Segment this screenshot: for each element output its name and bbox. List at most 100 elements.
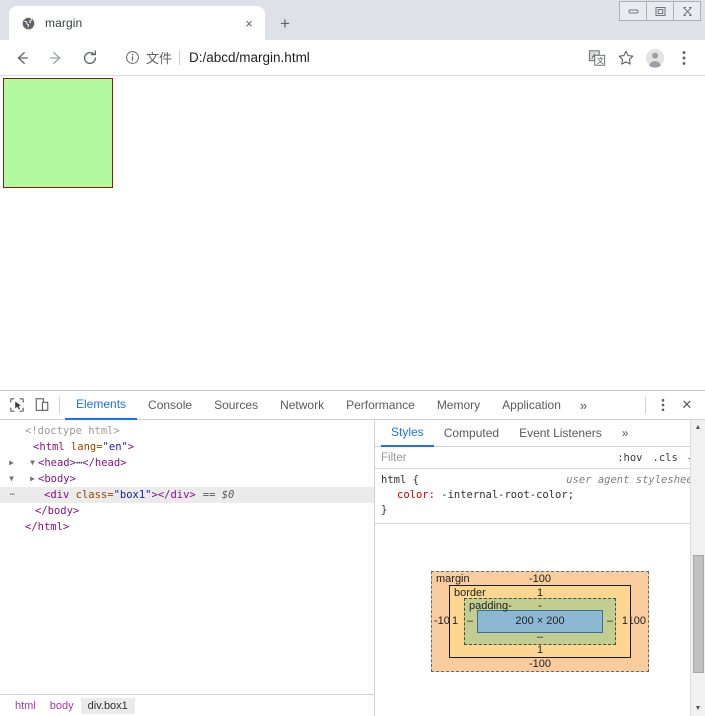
expand-arrow-icon[interactable]: ▶	[27, 471, 38, 487]
dom-row-html-close[interactable]: </html>	[0, 519, 374, 535]
url-scheme-label: 文件	[146, 51, 173, 66]
dom-row-body[interactable]: ▼ ▶ <body>	[0, 471, 374, 487]
dom-row-body-close[interactable]: </body>	[0, 503, 374, 519]
inspect-element-icon[interactable]	[4, 393, 29, 417]
styles-pane: Styles Computed Event Listeners » :hov .…	[375, 420, 705, 716]
css-rule-html[interactable]: html { user agent stylesheet color: -int…	[375, 469, 705, 524]
reload-button[interactable]	[76, 44, 104, 72]
close-icon[interactable]	[673, 1, 701, 21]
class-toggle-button[interactable]: .cls	[648, 451, 683, 465]
tab-strip: margin × +	[0, 0, 705, 40]
css-property-name[interactable]: color:	[397, 489, 435, 501]
box-model-margin[interactable]: margin -100 -100 -100 -100 border 1 1 1 …	[431, 570, 649, 672]
box-model-padding[interactable]: padding- - – – – 200 × 200	[464, 597, 616, 645]
tab-application[interactable]: Application	[491, 391, 572, 420]
css-property-value[interactable]: -internal-root-color;	[441, 489, 574, 501]
window-controls	[619, 1, 701, 21]
filter-input[interactable]	[381, 447, 613, 468]
box-model-padding-right[interactable]: –	[607, 615, 613, 627]
dom-tree[interactable]: <!doctype html> <html lang="en"> ▶ ▼ <he…	[0, 420, 374, 694]
css-origin-label: user agent stylesheet	[566, 474, 699, 486]
box-model-margin-top[interactable]: -100	[432, 573, 648, 585]
tab-sources[interactable]: Sources	[203, 391, 269, 420]
tab-network[interactable]: Network	[269, 391, 335, 420]
dom-tree-pane: <!doctype html> <html lang="en"> ▶ ▼ <he…	[0, 420, 375, 716]
forward-button[interactable]	[42, 44, 70, 72]
avatar-icon[interactable]	[642, 45, 668, 71]
svg-text:文: 文	[597, 56, 604, 65]
box-model-content[interactable]: 200 × 200	[477, 609, 603, 633]
tab-console[interactable]: Console	[137, 391, 203, 420]
css-selector[interactable]: html {	[381, 473, 419, 488]
scroll-down-arrow-icon[interactable]: ▼	[691, 701, 705, 716]
translate-icon[interactable]: A 文	[584, 45, 610, 71]
devtools-toolbar: Elements Console Sources Network Perform…	[0, 391, 705, 420]
styles-tab-list: Styles Computed Event Listeners »	[375, 420, 705, 447]
new-tab-button[interactable]: +	[271, 9, 299, 37]
tab-close-icon[interactable]: ×	[241, 15, 257, 31]
tab-performance[interactable]: Performance	[335, 391, 426, 420]
breadcrumb-item-div-box1[interactable]: div.box1	[80, 697, 135, 714]
page-viewport	[0, 77, 705, 390]
browser-toolbar: 文件 D:/abcd/margin.html A 文	[0, 40, 705, 76]
dom-html-close-text: </html>	[25, 521, 70, 533]
dom-row-html[interactable]: <html lang="en">	[0, 439, 374, 455]
omnibox-divider	[179, 50, 181, 65]
tab-title: margin	[45, 16, 83, 30]
dom-body-text: <body>	[38, 473, 76, 485]
box-model-padding-bottom[interactable]: –	[465, 631, 615, 643]
three-dot-menu-icon[interactable]	[671, 45, 697, 71]
box-model-padding-top[interactable]: -	[465, 600, 615, 612]
dom-div-text: <div class="box1"></div>	[44, 489, 196, 501]
css-declaration[interactable]: color: -internal-root-color;	[381, 488, 699, 503]
box-model-padding-left[interactable]: –	[467, 615, 473, 627]
tab-elements[interactable]: Elements	[65, 391, 138, 420]
breadcrumb-item-body[interactable]: body	[43, 698, 81, 714]
devtools-settings-icon[interactable]	[651, 393, 675, 417]
tab-memory[interactable]: Memory	[426, 391, 491, 420]
breadcrumb-item-html[interactable]: html	[8, 698, 43, 714]
devtools-toolbar-right: ✕	[640, 393, 705, 417]
styles-scrollbar[interactable]: ▲ ▼	[690, 420, 705, 716]
toolbar-divider-right	[645, 396, 646, 414]
box-model-margin-bottom[interactable]: -100	[432, 658, 648, 670]
back-button[interactable]	[8, 44, 36, 72]
box-model-border-bottom[interactable]: 1	[450, 644, 630, 656]
dom-badge-dots-icon[interactable]: ⋯	[6, 487, 20, 503]
page-element-box1	[3, 78, 113, 188]
hover-state-button[interactable]: :hov	[612, 451, 647, 465]
devtools-body: <!doctype html> <html lang="en"> ▶ ▼ <he…	[0, 420, 705, 716]
collapse-arrow-icon[interactable]: ▼	[27, 455, 38, 471]
minimize-icon[interactable]	[619, 1, 647, 21]
styles-more-tabs-icon[interactable]: »	[612, 420, 639, 447]
dom-html-text: <html lang="en">	[33, 441, 135, 453]
browser-tab-margin[interactable]: margin ×	[9, 6, 265, 40]
info-circle-icon[interactable]	[124, 49, 141, 66]
box-model-border-left[interactable]: 1	[452, 615, 458, 627]
scroll-up-arrow-icon[interactable]: ▲	[691, 420, 705, 435]
address-bar[interactable]: 文件 D:/abcd/margin.html	[116, 45, 577, 71]
tab-event-listeners[interactable]: Event Listeners	[509, 420, 612, 447]
more-tabs-icon[interactable]: »	[572, 391, 595, 420]
browser-window: margin × + 文件 D:/abcd/margin.html A 文 El…	[0, 0, 705, 716]
maximize-icon[interactable]	[646, 1, 674, 21]
css-rule-closing-brace: }	[381, 504, 388, 516]
devtools-close-icon[interactable]: ✕	[675, 393, 699, 417]
toolbar-divider	[59, 396, 60, 414]
globe-icon	[20, 15, 36, 31]
dom-row-doctype[interactable]: <!doctype html>	[0, 423, 374, 439]
device-toolbar-icon[interactable]	[29, 393, 54, 417]
scrollbar-track[interactable]	[691, 435, 705, 701]
star-icon[interactable]	[613, 45, 639, 71]
breadcrumb: html body div.box1	[0, 694, 374, 716]
collapse-arrow-icon[interactable]: ▼	[6, 471, 17, 487]
dom-row-div-box1[interactable]: ⋯ <div class="box1"></div> == $0	[0, 487, 374, 503]
dom-row-head[interactable]: ▶ ▼ <head>⋯</head>	[0, 455, 374, 471]
box-model-border[interactable]: border 1 1 1 1 padding- - – – – 200 × 20…	[449, 584, 631, 658]
expand-arrow-icon[interactable]: ▶	[6, 455, 17, 471]
box-model-border-right[interactable]: 1	[622, 615, 628, 627]
devtools-tab-list: Elements Console Sources Network Perform…	[65, 391, 595, 420]
tab-styles[interactable]: Styles	[381, 420, 434, 447]
scrollbar-thumb	[692, 555, 704, 673]
tab-computed[interactable]: Computed	[434, 420, 509, 447]
